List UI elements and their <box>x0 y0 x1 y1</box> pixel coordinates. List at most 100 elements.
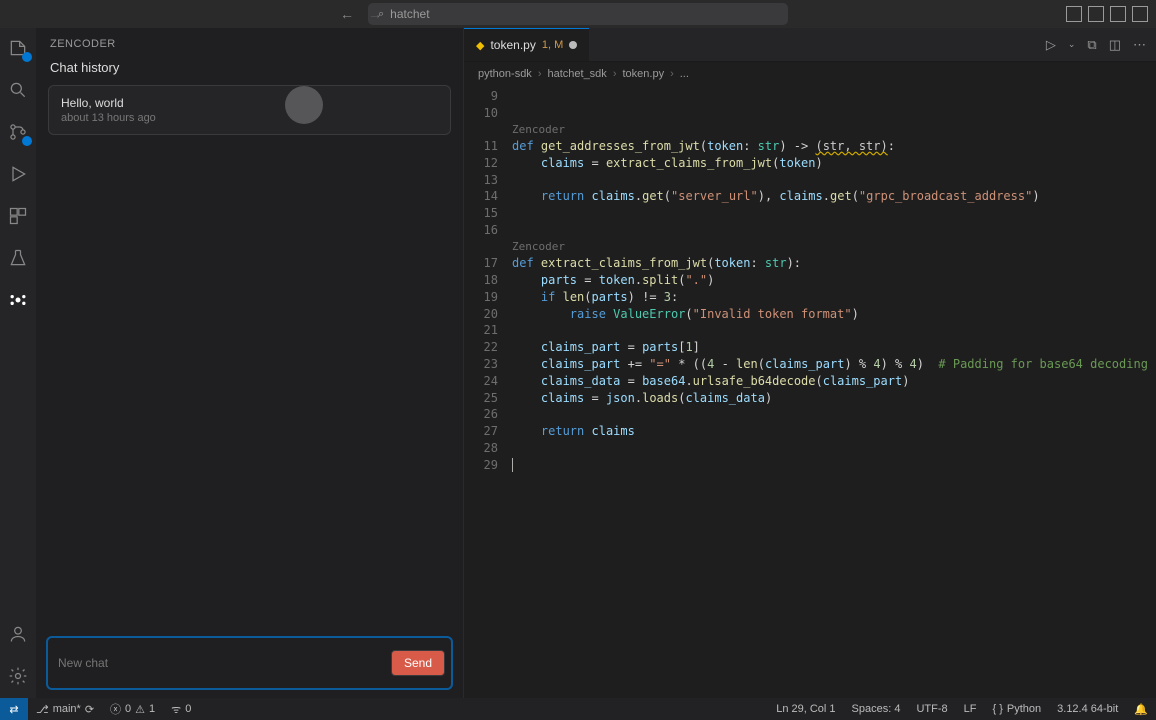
split-editor-icon[interactable]: ◫ <box>1109 37 1121 53</box>
layout-panel-bottom-icon[interactable] <box>1088 6 1104 22</box>
activity-zencoder-icon[interactable] <box>6 288 30 312</box>
layout-panel-left-icon[interactable] <box>1066 6 1082 22</box>
code-line[interactable]: 10 <box>464 105 1156 122</box>
line-number: 11 <box>464 138 512 155</box>
git-branch-icon: ⎇ <box>36 703 49 716</box>
code-line[interactable]: 18 parts = token.split(".") <box>464 272 1156 289</box>
line-number: 27 <box>464 423 512 440</box>
code-line[interactable]: 11def get_addresses_from_jwt(token: str)… <box>464 138 1156 155</box>
chat-history-item[interactable]: Hello, world about 13 hours ago <box>48 85 451 135</box>
status-notifications-icon[interactable]: 🔔 <box>1126 703 1156 716</box>
status-ports[interactable]: ᯤ0 <box>163 702 199 717</box>
code-line[interactable]: 22 claims_part = parts[1] <box>464 339 1156 356</box>
more-actions-icon[interactable]: ⋯ <box>1133 37 1146 53</box>
line-number: 19 <box>464 289 512 306</box>
sidebar-zencoder: ZENCODER Chat history Hello, world about… <box>36 28 464 698</box>
code-editor[interactable]: 910Zencoder11def get_addresses_from_jwt(… <box>464 86 1156 698</box>
code-line[interactable]: 21 <box>464 322 1156 339</box>
badge <box>22 52 32 62</box>
line-number: 10 <box>464 105 512 122</box>
code-line[interactable]: 13 <box>464 172 1156 189</box>
status-problems[interactable]: ⓧ0 ⚠1 <box>102 701 163 717</box>
chat-history-header: Chat history <box>36 54 463 85</box>
code-line[interactable]: 28 <box>464 440 1156 457</box>
code-line[interactable]: 15 <box>464 205 1156 222</box>
breadcrumb[interactable]: python-sdk› hatchet_sdk› token.py› ... <box>464 62 1156 86</box>
codelens[interactable]: Zencoder <box>464 122 1156 137</box>
chat-item-time: about 13 hours ago <box>61 112 438 124</box>
send-button[interactable]: Send <box>391 650 445 676</box>
code-line[interactable]: 29 <box>464 457 1156 474</box>
line-number: 18 <box>464 272 512 289</box>
nav-back-icon[interactable]: ← <box>340 6 354 22</box>
new-chat-input[interactable] <box>58 656 391 670</box>
activity-source-control-icon[interactable] <box>6 120 30 144</box>
status-bar: ⇄ ⎇ main* ⟳ ⓧ0 ⚠1 ᯤ0 Ln 29, Col 1 Spaces… <box>0 698 1156 720</box>
activity-search-icon[interactable] <box>6 78 30 102</box>
activity-bar <box>0 28 36 698</box>
error-icon: ⓧ <box>110 701 121 717</box>
codelens[interactable]: Zencoder <box>464 239 1156 254</box>
code-line[interactable]: 12 claims = extract_claims_from_jwt(toke… <box>464 155 1156 172</box>
code-line[interactable]: 17def extract_claims_from_jwt(token: str… <box>464 255 1156 272</box>
python-file-icon: ◆ <box>476 39 484 52</box>
code-line[interactable]: 27 return claims <box>464 423 1156 440</box>
status-spaces[interactable]: Spaces: 4 <box>844 703 909 715</box>
tab-filename: token.py <box>490 38 535 52</box>
line-number: 25 <box>464 390 512 407</box>
status-language[interactable]: { } Python <box>984 703 1049 715</box>
title-bar: ← → ⌕ hatchet <box>0 0 1156 28</box>
code-line[interactable]: 9 <box>464 88 1156 105</box>
code-line[interactable]: 26 <box>464 406 1156 423</box>
breadcrumb-seg[interactable]: python-sdk <box>478 68 532 80</box>
editor-area: ◆ token.py 1, M ▷ ⌄ ⧉ ◫ ⋯ python-sdk› ha… <box>464 28 1156 698</box>
status-interpreter[interactable]: 3.12.4 64-bit <box>1049 703 1126 715</box>
activity-run-debug-icon[interactable] <box>6 162 30 186</box>
command-center-search[interactable]: ⌕ hatchet <box>368 3 788 25</box>
code-line[interactable]: 20 raise ValueError("Invalid token forma… <box>464 306 1156 323</box>
sidebar-brand: ZENCODER <box>36 28 463 54</box>
line-number: 12 <box>464 155 512 172</box>
code-line[interactable]: 19 if len(parts) != 3: <box>464 289 1156 306</box>
activity-extensions-icon[interactable] <box>6 204 30 228</box>
badge <box>22 136 32 146</box>
line-number: 26 <box>464 406 512 423</box>
tab-problems-badge: 1, M <box>542 39 563 51</box>
code-line[interactable]: 25 claims = json.loads(claims_data) <box>464 390 1156 407</box>
ports-icon: ᯤ <box>171 702 181 717</box>
search-text: hatchet <box>390 7 429 21</box>
breadcrumb-seg[interactable]: ... <box>680 68 689 80</box>
line-number: 16 <box>464 222 512 239</box>
activity-testing-icon[interactable] <box>6 246 30 270</box>
activity-accounts-icon[interactable] <box>6 622 30 646</box>
status-eol[interactable]: LF <box>956 703 985 715</box>
editor-tab-token-py[interactable]: ◆ token.py 1, M <box>464 28 589 61</box>
code-line[interactable]: 14 return claims.get("server_url"), clai… <box>464 188 1156 205</box>
status-branch[interactable]: ⎇ main* ⟳ <box>28 703 102 716</box>
code-line[interactable]: 16 <box>464 222 1156 239</box>
line-number: 17 <box>464 255 512 272</box>
chat-item-title: Hello, world <box>61 96 438 110</box>
breadcrumb-seg[interactable]: hatchet_sdk <box>547 68 606 80</box>
run-file-icon[interactable]: ▷ <box>1046 37 1056 53</box>
code-line[interactable]: 23 claims_part += "=" * ((4 - len(claims… <box>464 356 1156 373</box>
nav-forward-icon[interactable]: → <box>368 6 382 22</box>
line-number: 29 <box>464 457 512 474</box>
status-lncol[interactable]: Ln 29, Col 1 <box>768 703 843 715</box>
compare-changes-icon[interactable]: ⧉ <box>1087 37 1096 53</box>
run-dropdown-icon[interactable]: ⌄ <box>1068 39 1076 50</box>
line-number: 15 <box>464 205 512 222</box>
tab-dirty-icon <box>569 41 577 49</box>
activity-settings-icon[interactable] <box>6 664 30 688</box>
line-number: 9 <box>464 88 512 105</box>
status-encoding[interactable]: UTF-8 <box>908 703 955 715</box>
new-chat-box: Send <box>46 636 453 690</box>
breadcrumb-seg[interactable]: token.py <box>622 68 664 80</box>
activity-explorer-icon[interactable] <box>6 36 30 60</box>
code-line[interactable]: 24 claims_data = base64.urlsafe_b64decod… <box>464 373 1156 390</box>
layout-panel-right-icon[interactable] <box>1110 6 1126 22</box>
layout-customize-icon[interactable] <box>1132 6 1148 22</box>
line-number: 28 <box>464 440 512 457</box>
remote-indicator-icon[interactable]: ⇄ <box>0 698 28 720</box>
sync-icon[interactable]: ⟳ <box>85 703 94 716</box>
